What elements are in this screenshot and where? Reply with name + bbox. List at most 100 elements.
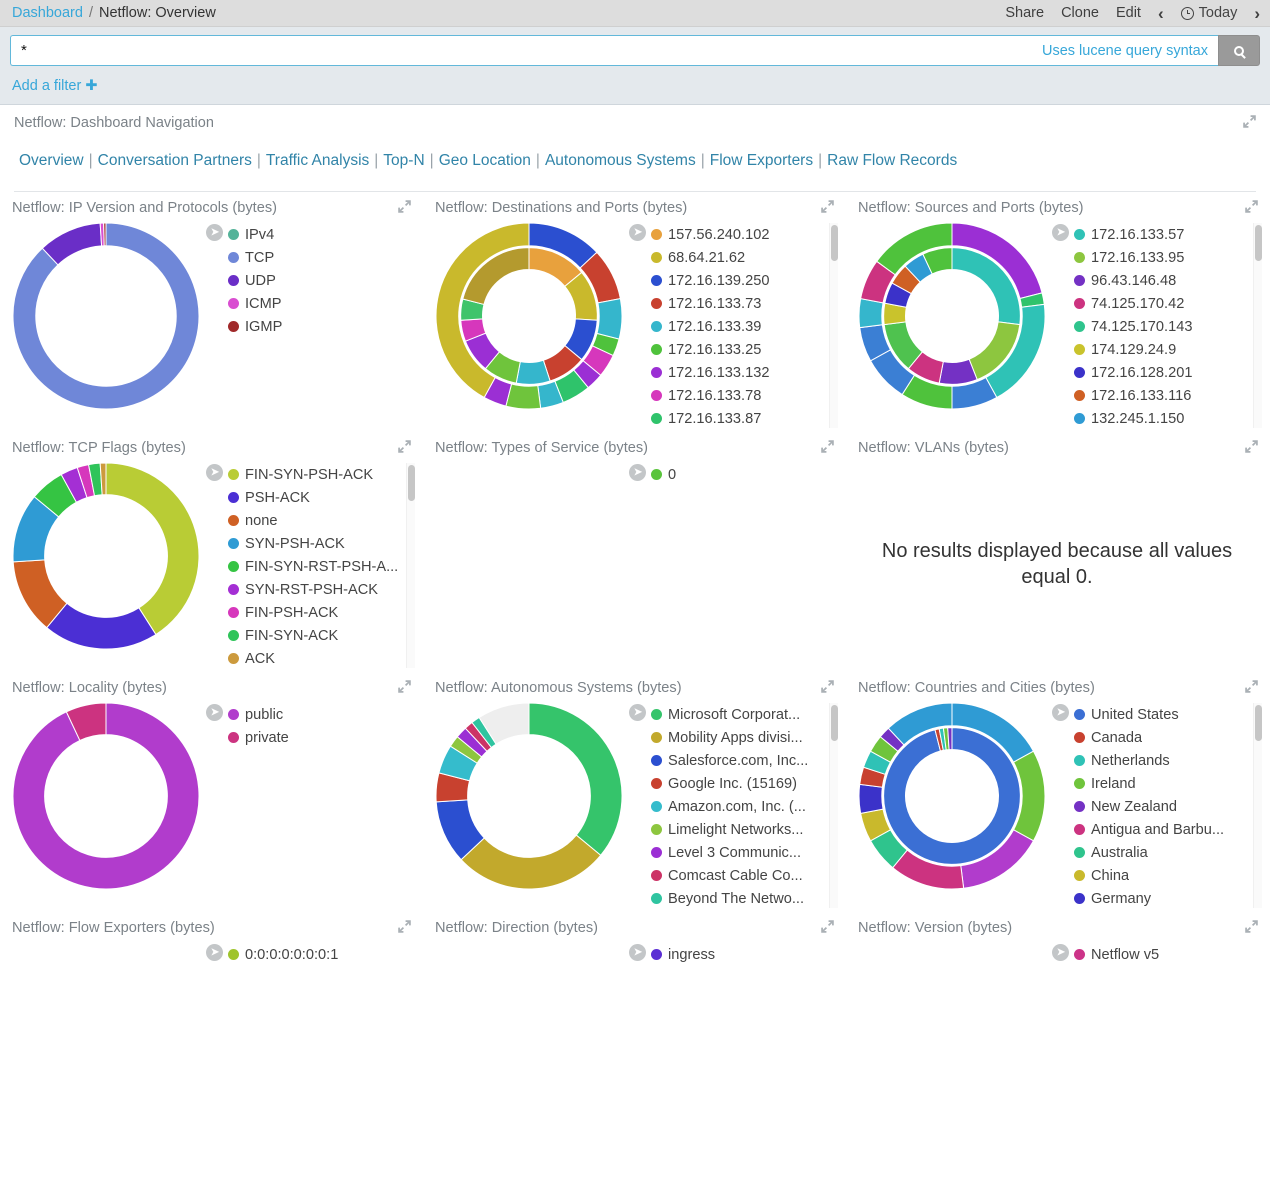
legend-item[interactable]: Level 3 Communic... xyxy=(651,841,825,864)
legend-item[interactable]: Salesforce.com, Inc... xyxy=(651,749,825,772)
legend-item[interactable]: FIN-SYN-ACK xyxy=(228,624,402,647)
nav-link-raw-flow-records[interactable]: Raw Flow Records xyxy=(827,152,957,169)
legend-item[interactable]: 172.16.133.39 xyxy=(651,315,825,338)
legend-item[interactable]: Mobility Apps divisi... xyxy=(651,726,825,749)
legend-collapse-button[interactable]: ➤ xyxy=(206,224,223,241)
expand-icon[interactable] xyxy=(821,680,834,693)
donut-chart[interactable] xyxy=(12,702,200,890)
donut-chart[interactable] xyxy=(435,222,623,410)
legend-item[interactable]: IGMP xyxy=(228,315,415,338)
expand-icon[interactable] xyxy=(398,920,411,933)
donut-slice[interactable] xyxy=(106,463,199,635)
legend-item[interactable]: Beyond The Netwo... xyxy=(651,887,825,908)
legend-item[interactable]: 172.16.133.78 xyxy=(651,384,825,407)
legend-item[interactable]: Amazon.com, Inc. (... xyxy=(651,795,825,818)
donut-chart[interactable] xyxy=(858,702,1046,890)
legend-item[interactable]: 172.16.133.116 xyxy=(1074,384,1249,407)
expand-icon[interactable] xyxy=(1243,115,1256,128)
legend-item[interactable]: Antigua and Barbu... xyxy=(1074,818,1249,841)
expand-icon[interactable] xyxy=(1245,440,1258,453)
donut-chart[interactable] xyxy=(12,222,200,410)
legend-item[interactable]: private xyxy=(228,726,415,749)
legend-item[interactable]: Ireland xyxy=(1074,772,1249,795)
nav-link-geo-location[interactable]: Geo Location xyxy=(439,152,531,169)
legend-item[interactable]: public xyxy=(228,703,415,726)
donut-chart[interactable] xyxy=(17,942,195,1120)
legend-item[interactable]: Comcast Cable Co... xyxy=(651,864,825,887)
legend-collapse-button[interactable]: ➤ xyxy=(1052,944,1069,961)
legend-item[interactable]: IPv4 xyxy=(228,223,415,246)
nav-link-overview[interactable]: Overview xyxy=(19,152,84,169)
legend-item[interactable]: 74.125.170.143 xyxy=(1074,315,1249,338)
scrollbar-thumb[interactable] xyxy=(408,465,415,501)
search-input[interactable] xyxy=(11,42,1042,59)
legend-item[interactable]: UDP xyxy=(228,269,415,292)
donut-slice[interactable] xyxy=(516,360,550,384)
legend-collapse-button[interactable]: ➤ xyxy=(206,464,223,481)
legend-item[interactable]: PSH-ACK xyxy=(228,486,402,509)
chevron-right-icon[interactable]: › xyxy=(1254,5,1260,22)
chevron-left-icon[interactable]: ‹ xyxy=(1158,5,1164,22)
donut-chart[interactable] xyxy=(435,462,623,650)
legend-scrollbar[interactable] xyxy=(829,703,838,908)
expand-icon[interactable] xyxy=(398,200,411,213)
nav-link-top-n[interactable]: Top-N xyxy=(383,152,424,169)
legend-collapse-button[interactable]: ➤ xyxy=(629,464,646,481)
donut-slice[interactable] xyxy=(47,603,156,649)
expand-icon[interactable] xyxy=(821,440,834,453)
legend-scrollbar[interactable] xyxy=(1253,223,1262,428)
legend-item[interactable]: 68.64.21.62 xyxy=(651,246,825,269)
legend-item[interactable]: 172.16.128.201 xyxy=(1074,361,1249,384)
lucene-syntax-link[interactable]: Uses lucene query syntax xyxy=(1042,43,1218,59)
legend-item[interactable]: 172.16.133.73 xyxy=(651,292,825,315)
legend-scrollbar[interactable] xyxy=(406,463,415,668)
legend-item[interactable]: Netherlands xyxy=(1074,749,1249,772)
donut-slice[interactable] xyxy=(529,703,622,855)
add-filter-button[interactable]: Add a filter ✚ xyxy=(12,78,98,94)
scrollbar-thumb[interactable] xyxy=(831,705,838,741)
legend-item[interactable]: China xyxy=(1074,864,1249,887)
time-picker-button[interactable]: Today xyxy=(1181,5,1238,21)
legend-item[interactable]: 172.16.133.87 xyxy=(651,407,825,428)
scrollbar-thumb[interactable] xyxy=(831,225,838,261)
donut-slice[interactable] xyxy=(859,299,883,328)
legend-item[interactable]: 0 xyxy=(651,463,838,486)
expand-icon[interactable] xyxy=(1245,920,1258,933)
nav-link-autonomous-systems[interactable]: Autonomous Systems xyxy=(545,152,696,169)
legend-item[interactable]: 172.16.133.95 xyxy=(1074,246,1249,269)
legend-collapse-button[interactable]: ➤ xyxy=(629,944,646,961)
scrollbar-thumb[interactable] xyxy=(1255,705,1262,741)
legend-item[interactable]: FIN-SYN-RST-PSH-A... xyxy=(228,555,402,578)
expand-icon[interactable] xyxy=(398,440,411,453)
expand-icon[interactable] xyxy=(398,680,411,693)
legend-collapse-button[interactable]: ➤ xyxy=(206,704,223,721)
share-button[interactable]: Share xyxy=(1005,5,1044,21)
legend-item[interactable]: 0:0:0:0:0:0:0:1 xyxy=(228,943,415,966)
legend-item[interactable]: Canada xyxy=(1074,726,1249,749)
donut-slice[interactable] xyxy=(597,299,622,340)
legend-item[interactable]: SYN-RST-PSH-ACK xyxy=(228,578,402,601)
legend-item[interactable]: Limelight Networks... xyxy=(651,818,825,841)
nav-link-traffic-analysis[interactable]: Traffic Analysis xyxy=(266,152,369,169)
edit-button[interactable]: Edit xyxy=(1116,5,1141,21)
expand-icon[interactable] xyxy=(1245,680,1258,693)
legend-item[interactable]: TCP xyxy=(228,246,415,269)
legend-collapse-button[interactable]: ➤ xyxy=(1052,224,1069,241)
legend-item[interactable]: Google Inc. (15169) xyxy=(651,772,825,795)
donut-chart[interactable] xyxy=(12,462,200,650)
legend-collapse-button[interactable]: ➤ xyxy=(629,704,646,721)
legend-collapse-button[interactable]: ➤ xyxy=(629,224,646,241)
legend-item[interactable]: 96.43.146.48 xyxy=(1074,269,1249,292)
legend-item[interactable]: SYN-PSH-ACK xyxy=(228,532,402,555)
legend-item[interactable]: 172.16.133.57 xyxy=(1074,223,1249,246)
legend-item[interactable]: FIN-PSH-ACK xyxy=(228,601,402,624)
search-submit-button[interactable] xyxy=(1218,35,1260,66)
legend-scrollbar[interactable] xyxy=(1253,703,1262,908)
donut-slice[interactable] xyxy=(461,835,600,889)
donut-slice[interactable] xyxy=(104,223,106,246)
legend-item[interactable]: ingress xyxy=(651,943,838,966)
legend-item[interactable]: ACK xyxy=(228,647,402,668)
nav-link-flow-exporters[interactable]: Flow Exporters xyxy=(710,152,813,169)
legend-item[interactable]: 172.16.139.250 xyxy=(651,269,825,292)
legend-item[interactable]: 157.56.240.102 xyxy=(651,223,825,246)
